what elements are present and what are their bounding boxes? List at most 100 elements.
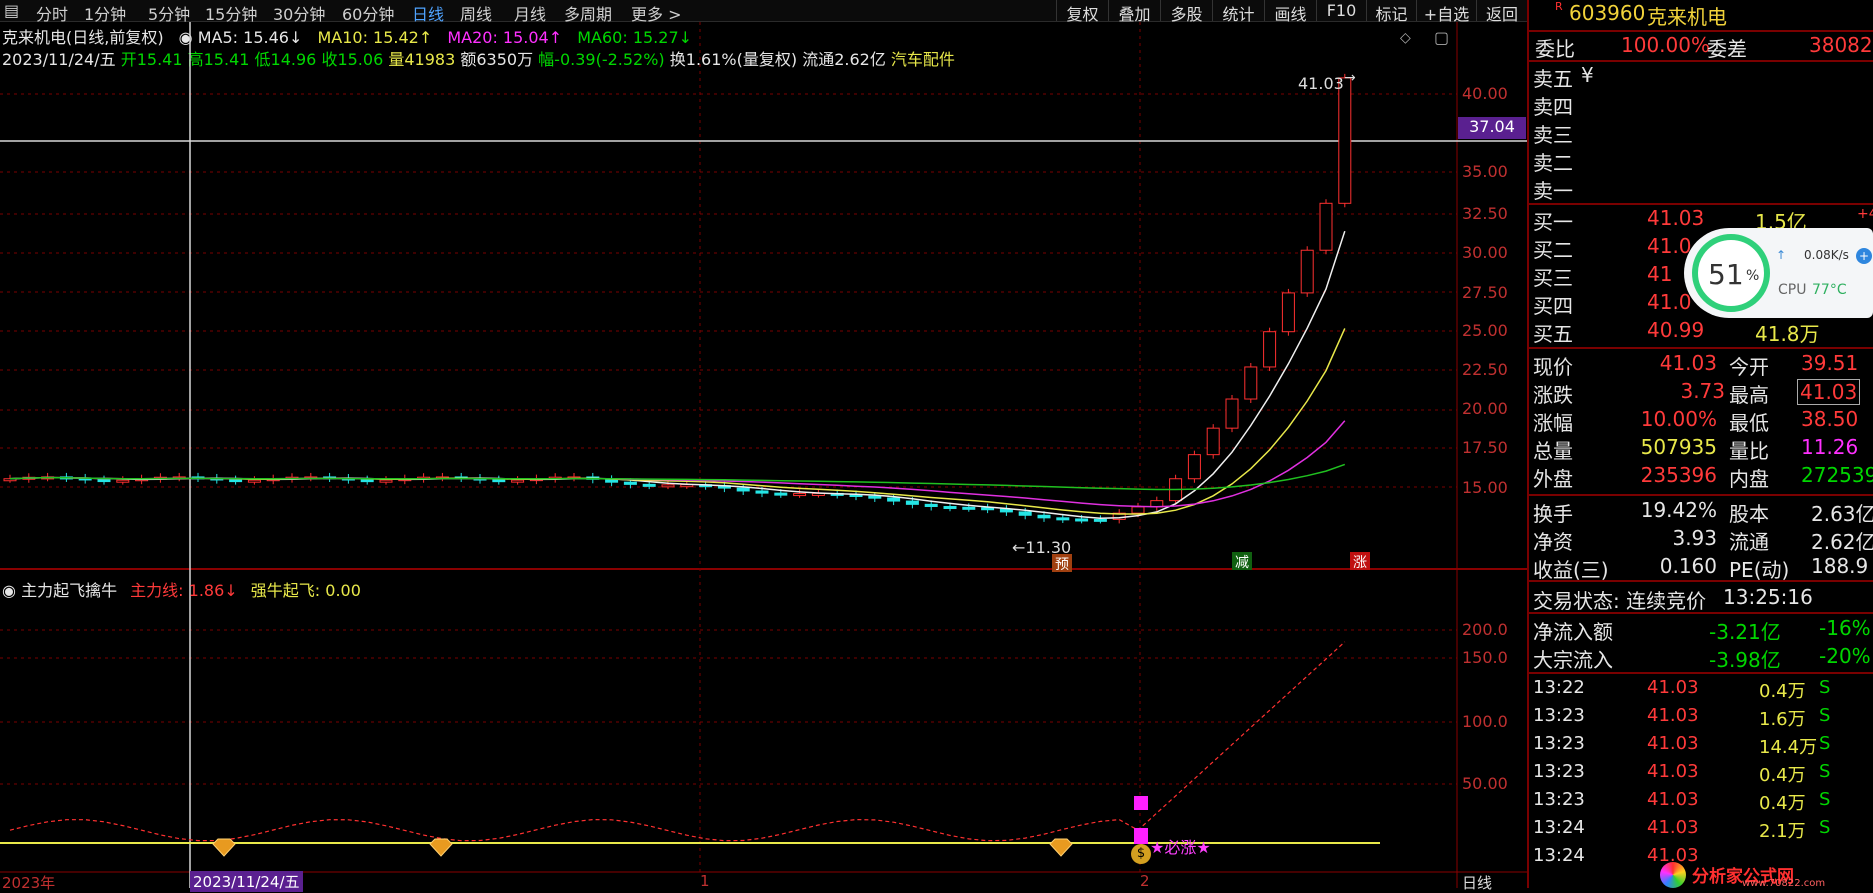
signal-bar: [1134, 828, 1148, 844]
flow-value: -3.21亿: [1709, 620, 1781, 644]
ma20-line: [9, 420, 1346, 508]
buy-price: 41.03: [1647, 206, 1705, 230]
indicator-name[interactable]: 主力起飞擒牛: [21, 581, 117, 600]
cpu-percent-sign: %: [1746, 268, 1760, 284]
flow-pct: -16%: [1819, 616, 1871, 640]
signal-bar-top: [1134, 796, 1148, 810]
tick-row: 13:23 41.03 14.4万 S: [1529, 733, 1873, 760]
sell-row[interactable]: 卖一: [1529, 175, 1873, 203]
stat2-value: 0.160: [1659, 554, 1717, 578]
stat2-value: 2.63亿: [1811, 502, 1873, 526]
tick-row: 13:23 41.03 0.4万 S: [1529, 789, 1873, 816]
candle-body: [1263, 331, 1277, 368]
flow-row: 净流入额 -3.21亿 -16%: [1529, 616, 1873, 644]
stat-value: 10.00%: [1640, 407, 1717, 431]
sell-row[interactable]: 卖三: [1529, 119, 1873, 147]
stat2-value: 3.93: [1672, 526, 1717, 550]
tick-volume: 2.1万: [1759, 821, 1806, 842]
price-axis-tick: 27.50: [1462, 283, 1508, 302]
net-speed: 0.08K/s: [1804, 248, 1849, 262]
candle-body: [379, 479, 393, 483]
buy-row[interactable]: 买五 40.99 41.8万: [1529, 318, 1873, 346]
tick-row: 13:23 41.03 0.4万 S: [1529, 761, 1873, 788]
stat2-value: 188.9: [1811, 554, 1869, 578]
stat-value: 38.50: [1801, 407, 1859, 431]
tick-price: 41.03: [1647, 705, 1699, 726]
buy-label: 买一: [1533, 210, 1573, 234]
cpu-label: CPU: [1778, 282, 1807, 298]
flow-value: -3.98亿: [1709, 648, 1781, 672]
stat-label: 外盘: [1533, 467, 1573, 491]
candle-body: [360, 479, 374, 483]
stat-label: 量比: [1729, 439, 1769, 463]
tick-side: S: [1819, 733, 1831, 754]
buy-price: 41: [1647, 262, 1673, 286]
candle-body: [511, 479, 525, 483]
sell-row[interactable]: 卖五 ¥: [1529, 63, 1873, 91]
sell-label: 卖一: [1533, 179, 1573, 203]
price-axis-tick: 32.50: [1462, 204, 1508, 223]
stat-row: 总量 507935 量比 11.26: [1529, 435, 1873, 463]
tag-cut: 减: [1232, 552, 1252, 571]
ma5-line: [9, 230, 1346, 519]
tick-time: 13:24: [1533, 817, 1585, 838]
sell-row[interactable]: 卖二: [1529, 147, 1873, 175]
sell-price: ¥: [1581, 63, 1594, 87]
stat-value: 11.26: [1801, 435, 1859, 459]
sell-label: 卖三: [1533, 123, 1573, 147]
candle-body: [755, 490, 769, 494]
main-force-line: [9, 641, 1346, 842]
price-axis-tick: 15.00: [1462, 478, 1508, 497]
trade-time: 13:25:16: [1723, 585, 1813, 609]
tick-time: 13:23: [1533, 733, 1585, 754]
sell-row[interactable]: 卖四: [1529, 91, 1873, 119]
r-badge-icon: R: [1555, 0, 1563, 13]
candle-body: [492, 479, 506, 483]
tick-volume: 0.4万: [1759, 681, 1806, 702]
sell-label: 卖四: [1533, 95, 1573, 119]
stock-name: 克来机电: [1647, 5, 1727, 29]
high-arrow-icon: →: [1344, 70, 1356, 86]
system-monitor-widget[interactable]: 51 % ↑ 0.08K/s CPU 77°C +: [1684, 228, 1873, 318]
buy-extra: +4: [1857, 206, 1873, 222]
stat2-row: 换手 19.42% 股本 2.63亿: [1529, 498, 1873, 526]
stock-code: 603960: [1569, 1, 1646, 25]
stat-label: 内盘: [1729, 467, 1769, 491]
tick-price: 41.03: [1647, 817, 1699, 838]
tag-pre: 预: [1052, 554, 1072, 573]
candle-body: [1093, 518, 1107, 522]
main-force-value: 主力线: 1.86↓: [130, 581, 238, 600]
tick-price: 41.03: [1647, 761, 1699, 782]
money-bag-icon: $: [1131, 844, 1151, 864]
candle-body: [1244, 366, 1258, 400]
cpu-temp: 77°C: [1812, 282, 1847, 298]
buy-label: 买五: [1533, 322, 1573, 346]
flow-label: 大宗流入: [1533, 648, 1613, 672]
candle-body: [1319, 202, 1333, 251]
stat-row: 涨幅 10.00% 最低 38.50: [1529, 407, 1873, 435]
kline-chart[interactable]: [0, 0, 1527, 888]
tick-side: S: [1819, 705, 1831, 726]
tick-time: 13:22: [1533, 677, 1585, 698]
stat2-label: 净资: [1533, 530, 1573, 554]
candle-body: [1131, 506, 1145, 514]
sell-label: 卖二: [1533, 151, 1573, 175]
time-axis-month: 2: [1140, 872, 1150, 890]
time-axis-cursor: 2023/11/24/五: [190, 871, 303, 892]
indicator-toggle-icon[interactable]: ◉: [2, 581, 16, 600]
candle-body: [1037, 514, 1051, 519]
buy-price: 40.99: [1647, 318, 1705, 342]
tick-price: 41.03: [1647, 789, 1699, 810]
tick-time: 13:24: [1533, 845, 1585, 866]
candle-body: [774, 492, 788, 496]
weicha-value: 38082: [1809, 33, 1873, 57]
stat-value: 272539: [1801, 463, 1873, 487]
plus-icon[interactable]: +: [1856, 248, 1872, 264]
price-axis-tick: 20.00: [1462, 399, 1508, 418]
tick-volume: 1.6万: [1759, 709, 1806, 730]
tick-side: S: [1819, 761, 1831, 782]
buy-label: 买二: [1533, 238, 1573, 262]
flow-label: 净流入额: [1533, 620, 1613, 644]
logo-url: www.70822.com: [1742, 878, 1826, 889]
stat2-label: 股本: [1729, 502, 1769, 526]
